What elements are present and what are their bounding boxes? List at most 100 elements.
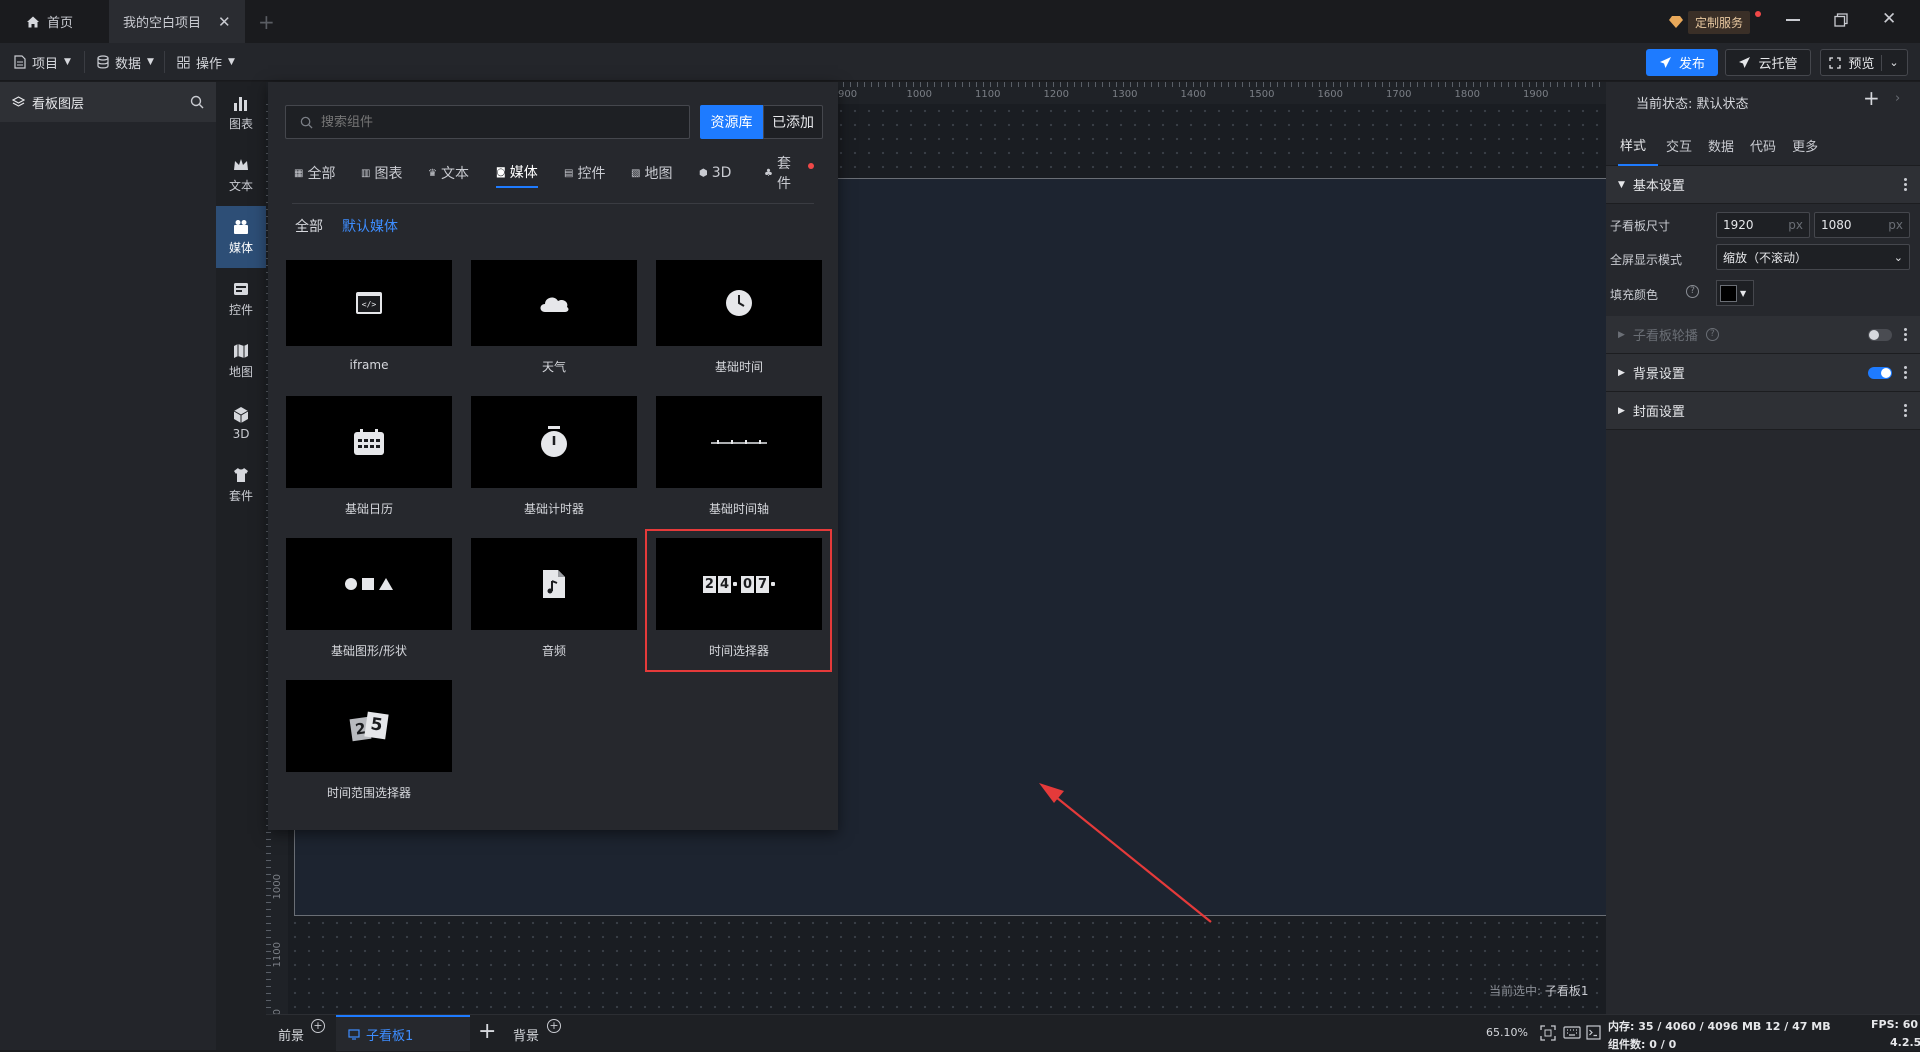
tab-data[interactable]: 数据 [1700, 126, 1742, 165]
tab-home[interactable]: 首页 [12, 0, 87, 43]
component-card-basic-shapes[interactable]: 基础图形/形状 [286, 538, 452, 659]
zoom-level[interactable]: 65.10% [1486, 1026, 1528, 1039]
shirt-icon: ♣ [764, 167, 773, 179]
category-media[interactable]: 媒体 [216, 206, 266, 268]
category-text[interactable]: 文本 [216, 144, 266, 206]
timeline-icon [711, 440, 767, 444]
file-icon [14, 55, 26, 69]
category-chart[interactable]: 图表 [216, 82, 266, 144]
current-selection: 当前选中: 子看板1 [1489, 982, 1589, 999]
layers-icon [12, 95, 25, 107]
cloud-host-button[interactable]: 云托管 [1725, 49, 1811, 76]
subtab-all[interactable]: 全部 [295, 216, 323, 236]
layer-background[interactable]: 背景 [513, 1025, 539, 1044]
tab-chart[interactable]: ▥ 图表 [361, 158, 402, 188]
resource-library-button[interactable]: 资源库 [700, 105, 763, 139]
chevron-right-icon[interactable]: › [1895, 91, 1900, 106]
tab-style[interactable]: 样式 [1618, 125, 1659, 166]
category-3d[interactable]: 3D [216, 392, 266, 454]
carousel-settings-header[interactable]: ▶ 子看板轮播 ? [1606, 316, 1920, 354]
version: 4.2.5 [1890, 1036, 1920, 1049]
tab-code[interactable]: 代码 [1742, 126, 1784, 165]
fit-screen-icon[interactable] [1540, 1025, 1556, 1041]
component-card-iframe[interactable]: </> iframe [286, 260, 452, 372]
component-card-time-range-picker[interactable]: 2 5 时间范围选择器 [286, 680, 452, 801]
tab-text[interactable]: ♛ 文本 [428, 158, 469, 188]
size-row: 子看板尺寸 1920 px 1080 px [1606, 210, 1920, 240]
tab-all[interactable]: ▦ 全部 [294, 158, 335, 188]
add-circle-icon[interactable]: + [547, 1019, 561, 1033]
preview-button[interactable]: 预览 ⌄ [1820, 49, 1908, 76]
project-menu-label: 项目 [32, 56, 59, 72]
restore-icon[interactable] [1834, 13, 1848, 27]
tab-kit[interactable]: ♣ 套件 [764, 156, 814, 192]
add-board-icon[interactable]: + [478, 1019, 496, 1044]
cover-settings-header[interactable]: ▶ 封面设置 [1606, 392, 1920, 430]
tab-control[interactable]: ▤ 控件 [564, 158, 605, 188]
close-window-icon[interactable]: ✕ [1882, 9, 1896, 29]
width-value: 1920 [1723, 218, 1754, 232]
add-circle-icon[interactable]: + [311, 1019, 325, 1033]
tab-project[interactable]: 我的空白项目 ✕ [109, 0, 245, 43]
tab-subboard[interactable]: 子看板1 [336, 1015, 470, 1051]
component-search-input[interactable] [321, 114, 661, 130]
help-icon[interactable]: ? [1686, 285, 1699, 298]
height-unit: px [1888, 218, 1903, 232]
fill-color-swatch [1720, 284, 1737, 302]
more-vertical-icon[interactable] [1904, 366, 1908, 379]
tab-3d[interactable]: ⬢ 3D [699, 158, 731, 188]
data-menu-button[interactable]: 数据 ▼ [97, 43, 154, 81]
more-vertical-icon[interactable] [1904, 328, 1908, 341]
project-menu-button[interactable]: 项目 ▼ [14, 43, 71, 81]
keyboard-icon[interactable] [1563, 1026, 1581, 1039]
tab-more[interactable]: 更多 [1784, 126, 1826, 165]
background-settings-header[interactable]: ▶ 背景设置 [1606, 354, 1920, 392]
terminal-icon[interactable] [1586, 1025, 1601, 1040]
height-input[interactable]: 1080 px [1814, 212, 1910, 238]
layer-front[interactable]: 前景 [278, 1025, 304, 1044]
category-kit[interactable]: 套件 [216, 454, 266, 516]
ops-menu-button[interactable]: 操作 ▼ [177, 43, 235, 81]
component-card-basic-time[interactable]: 基础时间 [656, 260, 822, 375]
help-icon[interactable]: ? [1705, 328, 1719, 341]
chevron-down-icon: ▼ [228, 57, 235, 67]
basic-settings-header[interactable]: ▼ 基本设置 [1606, 166, 1920, 204]
fill-color-row: 填充颜色 ? ▼ [1606, 276, 1920, 310]
add-state-icon[interactable]: + [1863, 86, 1880, 110]
tab-media[interactable]: ◙ 媒体 [496, 158, 538, 188]
component-card-audio[interactable]: 音频 [471, 538, 637, 659]
category-control-label: 控件 [228, 303, 253, 317]
current-selection-value: 子看板1 [1544, 984, 1589, 998]
fill-color-picker[interactable]: ▼ [1716, 280, 1754, 306]
calendar-icon [354, 429, 384, 455]
component-card-basic-timer[interactable]: 基础计时器 [471, 396, 637, 517]
custom-service-button[interactable]: 定制服务 [1669, 10, 1761, 34]
width-input[interactable]: 1920 px [1716, 212, 1810, 238]
background-toggle[interactable] [1868, 366, 1892, 379]
tab-map[interactable]: ▧ 地图 [631, 158, 672, 188]
send-icon [1739, 57, 1751, 68]
bar-chart-icon: ▥ [361, 167, 371, 179]
component-search[interactable] [285, 105, 690, 139]
more-vertical-icon[interactable] [1904, 178, 1908, 191]
category-map[interactable]: 地图 [216, 330, 266, 392]
category-3d-label: 3D [232, 426, 250, 441]
tab-interaction[interactable]: 交互 [1658, 126, 1700, 165]
added-button[interactable]: 已添加 [763, 105, 823, 139]
fullscreen-select[interactable]: 缩放（不滚动） ⌄ [1716, 244, 1910, 270]
shapes-icon [345, 578, 393, 590]
component-card-basic-timeline[interactable]: 基础时间轴 [656, 396, 822, 517]
tab-close-icon[interactable]: ✕ [218, 13, 231, 31]
subtab-default-media[interactable]: 默认媒体 [342, 216, 398, 236]
component-card-weather[interactable]: 天气 [471, 260, 637, 375]
more-vertical-icon[interactable] [1904, 404, 1908, 417]
search-icon[interactable] [190, 95, 204, 109]
category-control[interactable]: 控件 [216, 268, 266, 330]
publish-button[interactable]: 发布 [1646, 49, 1718, 76]
shirt-icon [234, 468, 248, 482]
new-tab-icon[interactable]: + [258, 10, 275, 34]
chevron-down-icon[interactable]: ⌄ [1889, 56, 1898, 69]
component-card-basic-calendar[interactable]: 基础日历 [286, 396, 452, 517]
minimize-icon[interactable] [1786, 12, 1800, 26]
carousel-toggle[interactable] [1868, 328, 1892, 341]
